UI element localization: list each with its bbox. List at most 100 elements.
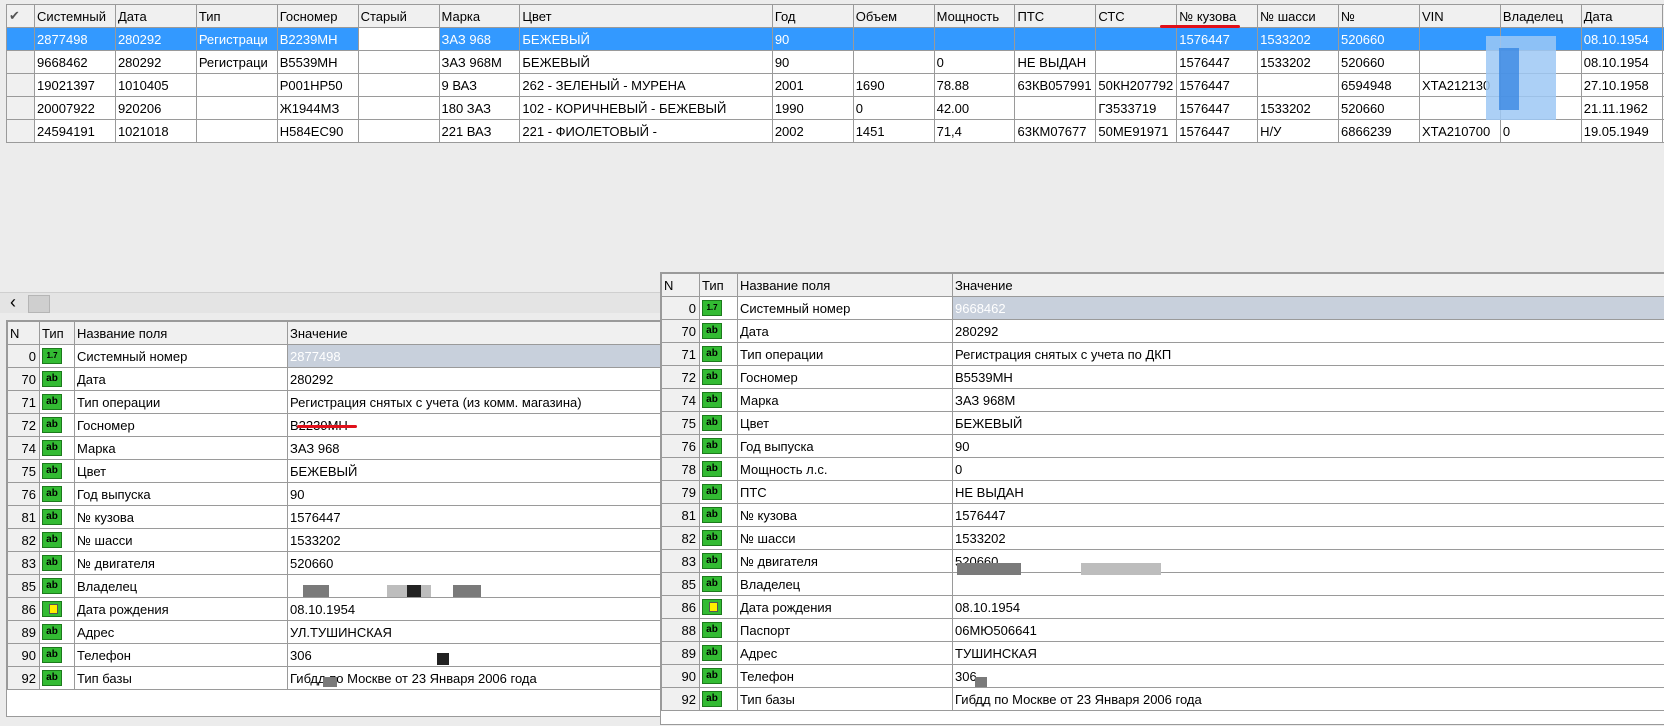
table-cell[interactable]: 08.10.1954 (1580, 27, 1663, 51)
col-type-header[interactable]: Тип (699, 273, 738, 297)
table-cell[interactable] (1014, 27, 1097, 51)
table-cell[interactable]: 71,4 (933, 119, 1016, 143)
table-cell[interactable] (357, 119, 440, 143)
field-value[interactable]: 08.10.1954 (287, 597, 662, 621)
table-cell[interactable]: ГЗ533719 (1095, 96, 1178, 120)
field-value[interactable]: 1576447 (287, 505, 662, 529)
table-cell[interactable]: 1576447 (1176, 119, 1259, 143)
table-cell[interactable] (1095, 27, 1178, 51)
col-value-header[interactable]: Значение (952, 273, 1664, 297)
table-cell[interactable]: 221 - ФИОЛЕТОВЫЙ - (519, 119, 773, 143)
table-row[interactable]: 20007922 920206 Ж1944МЗ 180 ЗАЗ 102 - КОРИЧН… (5, 96, 1664, 120)
table-cell[interactable] (1257, 73, 1340, 97)
field-row[interactable]: 85 ab Владелец (661, 572, 1664, 596)
column-header[interactable]: Цвет (519, 4, 773, 28)
table-cell[interactable]: Н584ЕС90 (276, 119, 359, 143)
field-value[interactable]: НЕ ВЫДАН (952, 480, 1664, 504)
table-cell[interactable] (852, 50, 935, 74)
column-header[interactable]: Старый (357, 4, 440, 28)
table-cell[interactable]: 90 (771, 50, 854, 74)
column-header[interactable]: Тип (195, 4, 278, 28)
table-row[interactable]: 24594191 1021018 Н584ЕС90 221 ВАЗ 221 - ФИОЛ… (5, 119, 1664, 143)
table-cell[interactable]: 1010405 (114, 73, 197, 97)
field-row[interactable]: 79 ab ПТС НЕ ВЫДАН (661, 480, 1664, 504)
horizontal-scrollbar[interactable]: ‹ (0, 292, 660, 313)
table-cell[interactable]: 21.11.1962 (1580, 96, 1663, 120)
table-cell[interactable]: 1533202 (1257, 27, 1340, 51)
field-row[interactable]: 89 ab Адрес ТУШИНСКАЯ (661, 641, 1664, 665)
column-header[interactable]: ПТС (1014, 4, 1097, 28)
table-cell[interactable]: 180 ЗАЗ (438, 96, 521, 120)
field-value[interactable]: УЛ.ТУШИНСКАЯ (287, 620, 662, 644)
field-value[interactable]: Регистрация снятых с учета (из комм. маг… (287, 390, 662, 414)
table-cell[interactable]: 2002 (771, 119, 854, 143)
table-cell[interactable]: В5539МН (276, 50, 359, 74)
table-cell[interactable]: Н/У (1257, 119, 1340, 143)
table-cell[interactable]: 1576447 (1176, 96, 1259, 120)
table-cell[interactable]: 0 (852, 96, 935, 120)
column-header[interactable]: Госномер (276, 4, 359, 28)
table-cell[interactable]: 1021018 (114, 119, 197, 143)
column-header[interactable]: Марка (438, 4, 521, 28)
scroll-thumb[interactable] (28, 295, 50, 313)
field-value[interactable]: 280292 (287, 367, 662, 391)
table-cell[interactable]: 1533202 (1257, 50, 1340, 74)
column-header[interactable]: Мощность (933, 4, 1016, 28)
field-row[interactable]: 76 ab Год выпуска 90 (7, 482, 662, 506)
field-value[interactable]: 1533202 (952, 526, 1664, 550)
table-cell[interactable] (357, 73, 440, 97)
table-cell[interactable]: 1576447 (1176, 27, 1259, 51)
field-value[interactable]: БЕЖЕВЫЙ (287, 459, 662, 483)
field-value[interactable]: ЗАЗ 968 (287, 436, 662, 460)
table-cell[interactable] (852, 27, 935, 51)
field-value[interactable]: Регистрация снятых с учета по ДКП (952, 342, 1664, 366)
column-header[interactable]: Владелец (1499, 4, 1582, 28)
field-value[interactable]: Гибдд по Москве от 23 Января 2006 года (287, 666, 662, 690)
table-cell[interactable]: В2239МН (276, 27, 359, 51)
field-value[interactable]: 520660 (287, 551, 662, 575)
field-value[interactable]: 1576447 (952, 503, 1664, 527)
table-cell[interactable]: 9 ВАЗ (438, 73, 521, 97)
table-cell[interactable]: 6594948 (1338, 73, 1420, 97)
field-row[interactable]: 88 ab Паспорт 06МЮ506641 (661, 618, 1664, 642)
field-row[interactable]: 81 ab № кузова 1576447 (7, 505, 662, 529)
table-cell[interactable]: БЕЖЕВЫЙ (519, 27, 773, 51)
field-row[interactable]: 75 ab Цвет БЕЖЕВЫЙ (661, 411, 1664, 435)
field-value[interactable]: 280292 (952, 319, 1664, 343)
field-value[interactable]: 2877498 (287, 344, 662, 368)
field-value[interactable] (952, 572, 1664, 596)
row-header[interactable] (5, 96, 36, 120)
field-value[interactable]: 90 (952, 434, 1664, 458)
field-row[interactable]: 81 ab № кузова 1576447 (661, 503, 1664, 527)
table-cell[interactable]: ЗАЗ 968М (438, 50, 521, 74)
table-cell[interactable] (195, 119, 278, 143)
row-header[interactable] (5, 73, 36, 97)
table-cell[interactable]: 9668462 (34, 50, 116, 74)
field-row[interactable]: 85 ab Владелец (7, 574, 662, 598)
table-cell[interactable]: 0 (1499, 119, 1582, 143)
table-cell[interactable]: 520660 (1338, 96, 1420, 120)
table-cell[interactable]: 262 - ЗЕЛЕНЫЙ - МУРЕНА (519, 73, 773, 97)
col-name-header[interactable]: Название поля (74, 321, 288, 345)
row-header[interactable] (5, 50, 36, 74)
field-row[interactable]: 76 ab Год выпуска 90 (661, 434, 1664, 458)
table-cell[interactable]: 78.88 (933, 73, 1016, 97)
field-row[interactable]: 70 ab Дата 280292 (661, 319, 1664, 343)
table-cell[interactable]: 280292 (114, 27, 197, 51)
field-row[interactable]: 72 ab Госномер В5539МН (661, 365, 1664, 389)
table-cell[interactable]: 920206 (114, 96, 197, 120)
table-cell[interactable]: 280292 (114, 50, 197, 74)
table-row[interactable]: 19021397 1010405 Р001НР50 9 ВАЗ 262 - ЗЕЛЕНЫ… (5, 73, 1664, 97)
table-cell[interactable]: 1576447 (1176, 50, 1259, 74)
column-header[interactable]: Год (771, 4, 854, 28)
column-header[interactable]: № (1338, 4, 1420, 28)
column-header[interactable]: Дата (114, 4, 197, 28)
field-row[interactable]: 71 ab Тип операции Регистрация снятых с уче… (661, 342, 1664, 366)
col-name-header[interactable]: Название поля (737, 273, 953, 297)
field-row[interactable]: 74 ab Марка ЗАЗ 968 (7, 436, 662, 460)
field-row[interactable]: 82 ab № шасси 1533202 (7, 528, 662, 552)
table-cell[interactable] (357, 50, 440, 74)
table-row[interactable]: 2877498 280292 Регистраци В2239МН ЗАЗ 968 БЕЖ… (5, 27, 1664, 51)
table-cell[interactable] (195, 96, 278, 120)
field-value[interactable]: 08.10.1954 (952, 595, 1664, 619)
